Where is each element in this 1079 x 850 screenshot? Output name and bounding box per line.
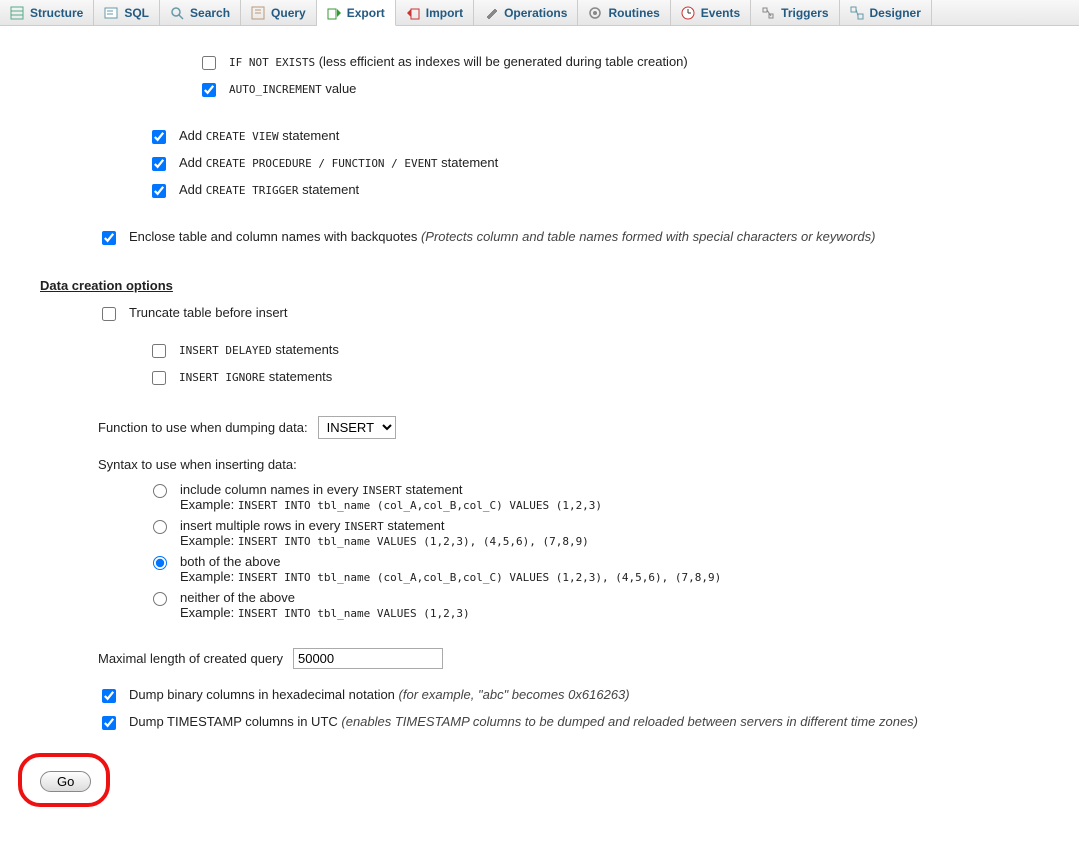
create-procedure-checkbox[interactable]	[152, 157, 166, 171]
tab-import[interactable]: Import	[396, 0, 474, 25]
syntax-radio-both[interactable]	[153, 556, 167, 570]
designer-icon	[850, 6, 864, 20]
sql-icon	[104, 6, 118, 20]
tab-events[interactable]: Events	[671, 0, 751, 25]
events-icon	[681, 6, 695, 20]
export-form: IF NOT EXISTS (less efficient as indexes…	[0, 26, 1079, 832]
tab-query[interactable]: Query	[241, 0, 317, 25]
if-not-exists-label: IF NOT EXISTS (less efficient as indexes…	[229, 54, 688, 69]
dump-binary-checkbox[interactable]	[102, 689, 116, 703]
auto-increment-label: AUTO_INCREMENT value	[229, 81, 356, 96]
dump-timestamp-checkbox[interactable]	[102, 716, 116, 730]
tab-routines[interactable]: Routines	[578, 0, 670, 25]
dump-binary-label: Dump binary columns in hexadecimal notat…	[129, 687, 630, 702]
syntax-both-example: Example: INSERT INTO tbl_name (col_A,col…	[180, 569, 721, 584]
create-trigger-checkbox[interactable]	[152, 184, 166, 198]
query-icon	[251, 6, 265, 20]
truncate-checkbox[interactable]	[102, 307, 116, 321]
go-highlight-annotation	[18, 753, 110, 807]
structure-icon	[10, 6, 24, 20]
search-icon	[170, 6, 184, 20]
tab-bar: Structure SQL Search Query Export Import…	[0, 0, 1079, 26]
dump-function-select[interactable]: INSERT	[318, 416, 396, 439]
create-procedure-label: Add CREATE PROCEDURE / FUNCTION / EVENT …	[179, 155, 498, 170]
max-length-label: Maximal length of created query	[98, 651, 283, 666]
tab-export[interactable]: Export	[317, 0, 396, 26]
syntax-include-columns-example: Example: INSERT INTO tbl_name (col_A,col…	[180, 497, 602, 512]
max-length-input[interactable]	[293, 648, 443, 669]
routines-icon	[588, 6, 602, 20]
syntax-radio-neither[interactable]	[153, 592, 167, 606]
syntax-include-columns-label: include column names in every INSERT sta…	[180, 482, 602, 497]
data-creation-heading: Data creation options	[40, 278, 1039, 293]
syntax-radio-multiple-rows[interactable]	[153, 520, 167, 534]
syntax-both-label: both of the above	[180, 554, 721, 569]
backquotes-checkbox[interactable]	[102, 231, 116, 245]
insert-ignore-checkbox[interactable]	[152, 371, 166, 385]
insert-delayed-checkbox[interactable]	[152, 344, 166, 358]
insert-delayed-label: INSERT DELAYED statements	[179, 342, 339, 357]
dump-timestamp-label: Dump TIMESTAMP columns in UTC (enables T…	[129, 714, 918, 729]
auto-increment-checkbox[interactable]	[202, 83, 216, 97]
tab-operations[interactable]: Operations	[474, 0, 578, 25]
dump-function-label: Function to use when dumping data:	[98, 420, 308, 435]
syntax-label: Syntax to use when inserting data:	[98, 457, 297, 472]
if-not-exists-checkbox[interactable]	[202, 56, 216, 70]
tab-designer[interactable]: Designer	[840, 0, 932, 25]
create-view-label: Add CREATE VIEW statement	[179, 128, 339, 143]
truncate-label: Truncate table before insert	[129, 305, 288, 320]
create-trigger-label: Add CREATE TRIGGER statement	[179, 182, 359, 197]
syntax-neither-label: neither of the above	[180, 590, 470, 605]
import-icon	[406, 6, 420, 20]
operations-icon	[484, 6, 498, 20]
syntax-multiple-rows-example: Example: INSERT INTO tbl_name VALUES (1,…	[180, 533, 589, 548]
create-view-checkbox[interactable]	[152, 130, 166, 144]
syntax-radio-include-columns[interactable]	[153, 484, 167, 498]
syntax-neither-example: Example: INSERT INTO tbl_name VALUES (1,…	[180, 605, 470, 620]
tab-structure[interactable]: Structure	[0, 0, 94, 25]
tab-search[interactable]: Search	[160, 0, 241, 25]
insert-ignore-label: INSERT IGNORE statements	[179, 369, 332, 384]
tab-sql[interactable]: SQL	[94, 0, 160, 25]
tab-triggers[interactable]: Triggers	[751, 0, 839, 25]
backquotes-label: Enclose table and column names with back…	[129, 229, 875, 244]
syntax-multiple-rows-label: insert multiple rows in every INSERT sta…	[180, 518, 589, 533]
export-icon	[327, 6, 341, 20]
triggers-icon	[761, 6, 775, 20]
